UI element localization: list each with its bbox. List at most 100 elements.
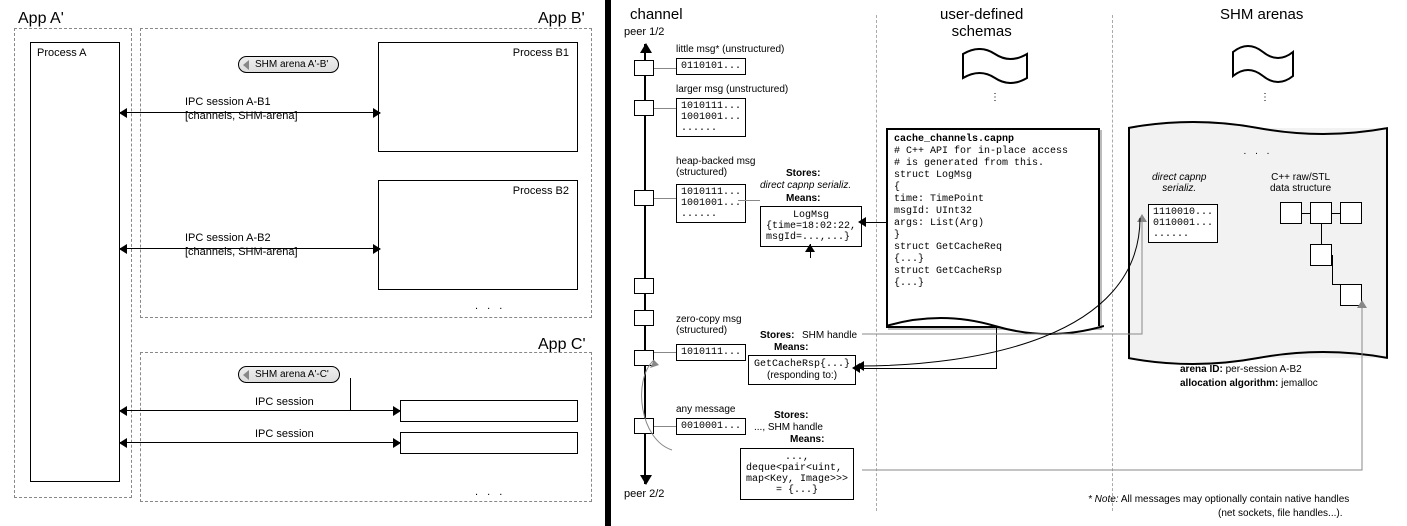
msg3-means-l3: msgId=...,...} [766,232,856,243]
process-a-title: Process A [37,47,87,59]
msg4-means-box: GetCacheRsp{...} (responding to:) [748,355,856,385]
msg2-line2: 1001001... [681,112,741,123]
tree-v1 [1321,224,1322,244]
session-c1-label: IPC session [255,396,314,408]
msg1-data: 0110101... [676,58,746,75]
schema-scroll-icon [960,48,1030,84]
channel-slot-2 [634,100,654,116]
channel-slot-4 [634,278,654,294]
tree-h3 [1332,284,1340,285]
app-b-ellipsis: . . . [475,300,505,312]
msg2-link [654,108,676,109]
capnp-to-getcachersp-svg [856,218,1156,378]
arena-sq-2 [1310,202,1332,224]
msg3-line3: ...... [681,209,741,220]
msg5-means-l2: deque<pair<uint, [746,463,848,474]
msg1-link [654,68,676,69]
msg5-means-l1: ..., [746,452,848,463]
msg4-title: zero-copy msg (structured) [676,314,742,336]
footnote-text-1: All messages may optionally contain nati… [1121,494,1349,505]
arrow-session-c1 [120,410,400,411]
msg2-title: larger msg (unstructured) [676,84,788,95]
panel-divider [605,0,611,526]
msg5-means-label: Means: [790,434,824,445]
msg3-stores-label: Stores: [786,168,820,179]
schema-l2: # is generated from this. [894,158,1092,170]
schema-file-name: cache_channels.capnp [894,134,1092,146]
schema-l5: time: TimePoint [894,194,1092,206]
session-ab2-label-1: IPC session A-B2 [185,232,271,244]
schema-l4: { [894,182,1092,194]
process-b1-box: Process B1 [378,42,578,152]
msg4-means-l1: GetCacheRsp{...} [754,359,850,370]
app-b-label: App B' [538,10,585,28]
msg3-means-l2: {time=18:02:22, [766,221,856,232]
app-c-proc-2 [400,432,578,454]
msg1-title: little msg* (unstructured) [676,44,784,55]
msg3-means-up-arrow [805,244,815,252]
shm-arena-ac-tag: SHM arena A'-C' [238,366,340,383]
col-arenas-header: SHM arenas [1220,6,1303,23]
schema-l1: # C++ API for in-place access [894,146,1092,158]
arena-dots-icon: ⋮ [1260,92,1270,103]
arena-d2: 0110001... [1153,218,1213,229]
process-a-box: Process A [30,42,120,482]
msg5-title: any message [676,404,735,415]
msg3-stores-arrow-h [738,200,760,201]
channel-slot-3 [634,190,654,206]
msg5-data: 0010001... [676,418,746,435]
app-c-proc-1 [400,400,578,422]
msg4-stores-val: SHM handle [802,330,857,341]
footnote-label: * Note: [1088,494,1119,505]
msg3-title: heap-backed msg (structured) [676,156,756,178]
app-a-label: App A' [18,10,64,28]
msg3-data: 1010111... 1001001... ...... [676,184,746,223]
msg4-means-l2: (responding to:) [754,370,850,381]
msg2-data: 1010111... 1001001... ...... [676,98,746,137]
arena-wavy-top [1128,121,1388,135]
process-b1-title: Process B1 [513,47,569,59]
app-c-ellipsis: . . . [475,486,505,498]
col-schemas-header: user-defined schemas [940,6,1023,40]
process-b2-title: Process B2 [513,185,569,197]
tree-h1 [1302,213,1310,214]
arena-sq-1 [1280,202,1302,224]
arena-top-dots: . . . [1130,146,1386,157]
tree-h2 [1332,213,1340,214]
msg4-means-label: Means: [774,342,808,353]
process-b2-box: Process B2 [378,180,578,290]
msg3-means-box: LogMsg {time=18:02:22, msgId=...,...} [760,206,862,247]
msg5-means-box: ..., deque<pair<uint, map<Key, Image>>> … [740,448,854,500]
peer-2-label: peer 2/2 [624,488,664,500]
arrow-session-c2 [120,442,400,443]
msg5-stores-label: Stores: [774,410,808,421]
msg3-means-label: Means: [786,193,820,204]
tree-v2 [1332,255,1333,284]
msg5-backlink-svg [620,340,680,460]
session-ab1-label-2: [channels, SHM-arena] [185,110,298,122]
msg2-line1: 1010111... [681,101,741,112]
schema-l3: struct LogMsg [894,170,1092,182]
arena-d1: 1110010... [1153,207,1213,218]
footnote-line1: * Note: All messages may optionally cont… [1088,494,1349,505]
msg3-line1: 1010111... [681,187,741,198]
msg4-stores-label: Stores: [760,330,794,341]
msg3-link [654,198,676,199]
session-ab2-label-2: [channels, SHM-arena] [185,246,298,258]
app-c-container [140,352,592,502]
col-channel-header: channel [630,6,683,23]
arena-ac-drop [350,378,351,410]
shm-arena-ab-tag: SHM arena A'-B' [238,56,339,73]
arena-sq-4 [1310,244,1332,266]
arena-col2-label: C++ raw/STL data structure [1270,172,1331,194]
arena-col1-label: direct capnp serializ. [1152,172,1206,194]
arena-scroll-icon [1230,44,1296,84]
arena-sq-3 [1340,202,1362,224]
schema-dots-icon: ⋮ [990,92,1000,103]
peer-1-label: peer 1/2 [624,26,664,38]
session-c2-label: IPC session [255,428,314,440]
session-ab1-label-1: IPC session A-B1 [185,96,271,108]
msg3-line2: 1001001... [681,198,741,209]
channel-slot-5 [634,310,654,326]
footnote-line2: (net sockets, file handles...). [1218,508,1343,519]
